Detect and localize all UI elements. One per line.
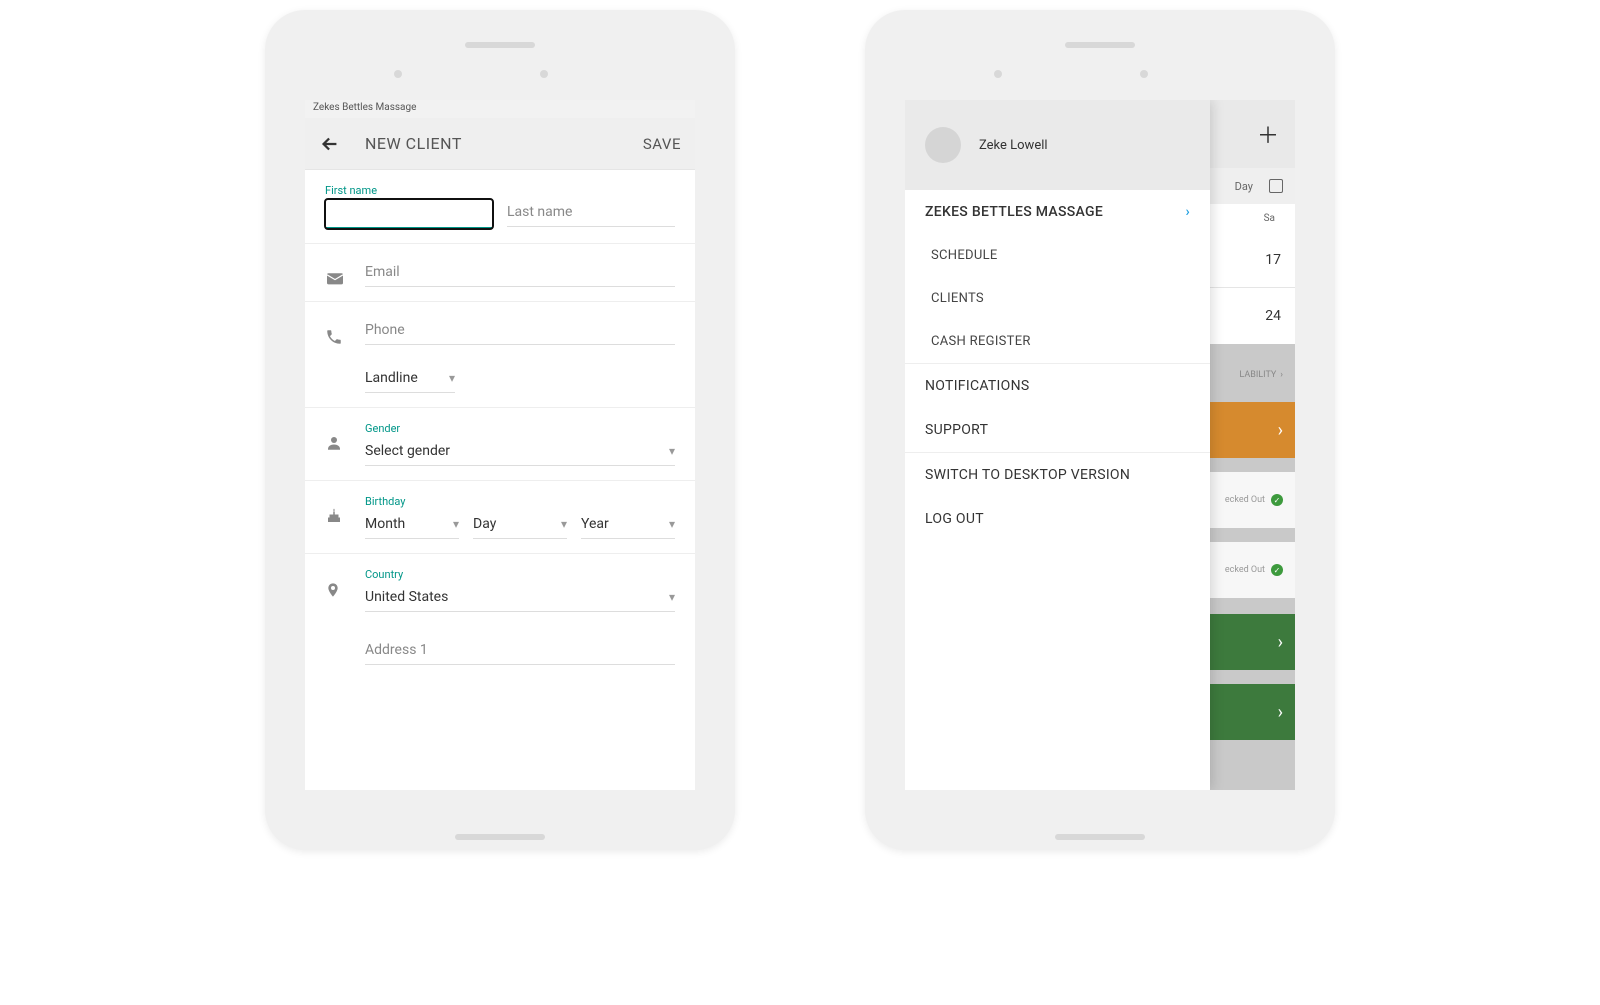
menu-desktop-version[interactable]: SWITCH TO DESKTOP VERSION bbox=[905, 453, 1210, 497]
avatar bbox=[925, 127, 961, 163]
gender-section: Gender Select gender ▾ bbox=[305, 408, 695, 481]
phone-homebar bbox=[455, 834, 545, 840]
last-name-input[interactable] bbox=[507, 198, 675, 227]
phone-mock-right: ＋ Day Sa 17 24 LABILITY› › ecked Out✓ ec… bbox=[865, 10, 1335, 850]
business-label: ZEKES BETTLES MASSAGE bbox=[925, 204, 1103, 220]
drawer-header[interactable]: Zeke Lowell bbox=[905, 100, 1210, 190]
chevron-down-icon: ▾ bbox=[669, 517, 675, 531]
birthday-section: Birthday Month▾ Day▾ Year▾ bbox=[305, 481, 695, 554]
gender-select[interactable]: Select gender ▾ bbox=[365, 437, 675, 466]
year-select[interactable]: Year▾ bbox=[581, 510, 675, 539]
phone-sensor bbox=[394, 70, 402, 78]
phone-icon bbox=[325, 316, 365, 346]
name-section: First name bbox=[305, 170, 695, 244]
phone-section: Landline ▾ bbox=[305, 302, 695, 408]
menu-schedule[interactable]: SCHEDULE bbox=[905, 234, 1210, 277]
location-icon bbox=[325, 568, 365, 612]
calendar-icon[interactable] bbox=[1269, 179, 1283, 193]
screen-menu: ＋ Day Sa 17 24 LABILITY› › ecked Out✓ ec… bbox=[905, 100, 1295, 790]
page-title: NEW CLIENT bbox=[341, 134, 643, 153]
chevron-down-icon: ▾ bbox=[561, 517, 567, 531]
check-icon: ✓ bbox=[1271, 494, 1283, 506]
chevron-down-icon: ▾ bbox=[449, 371, 455, 385]
phone-speaker bbox=[1065, 42, 1135, 48]
day-select[interactable]: Day▾ bbox=[473, 510, 567, 539]
menu-notifications[interactable]: NOTIFICATIONS bbox=[905, 364, 1210, 408]
chevron-right-icon: › bbox=[1278, 702, 1283, 723]
status-bar: Zekes Bettles Massage bbox=[305, 100, 695, 118]
phone-speaker bbox=[465, 42, 535, 48]
gender-label: Gender bbox=[365, 422, 675, 435]
chevron-right-icon: › bbox=[1278, 632, 1283, 653]
email-icon bbox=[325, 258, 365, 286]
chevron-down-icon: ▾ bbox=[669, 590, 675, 604]
user-name: Zeke Lowell bbox=[979, 138, 1048, 153]
first-name-input[interactable] bbox=[325, 199, 493, 229]
phone-sensor bbox=[994, 70, 1002, 78]
check-icon: ✓ bbox=[1271, 564, 1283, 576]
nav-drawer: Zeke Lowell ZEKES BETTLES MASSAGE › SCHE… bbox=[905, 100, 1210, 790]
phone-sensor bbox=[540, 70, 548, 78]
chevron-down-icon: ▾ bbox=[669, 444, 675, 458]
phone-sensor bbox=[1140, 70, 1148, 78]
phone-type-value: Landline bbox=[365, 370, 418, 386]
email-section bbox=[305, 244, 695, 302]
country-label: Country bbox=[365, 568, 675, 581]
first-name-label: First name bbox=[325, 184, 493, 197]
screen-new-client: Zekes Bettles Massage NEW CLIENT SAVE Fi… bbox=[305, 100, 695, 790]
phone-type-select[interactable]: Landline ▾ bbox=[365, 364, 455, 393]
menu-cash-register[interactable]: CASH REGISTER bbox=[905, 320, 1210, 363]
gender-value: Select gender bbox=[365, 443, 450, 459]
menu-logout[interactable]: LOG OUT bbox=[905, 497, 1210, 541]
address-input[interactable] bbox=[365, 636, 675, 665]
tab-day-label: Day bbox=[1235, 180, 1253, 193]
birthday-label: Birthday bbox=[365, 495, 675, 508]
chevron-right-icon: › bbox=[1185, 204, 1190, 220]
menu-clients[interactable]: CLIENTS bbox=[905, 277, 1210, 320]
phone-homebar bbox=[1055, 834, 1145, 840]
plus-icon[interactable]: ＋ bbox=[1257, 118, 1279, 150]
back-arrow-icon[interactable] bbox=[319, 133, 341, 155]
chevron-down-icon: ▾ bbox=[453, 517, 459, 531]
phone-mock-left: Zekes Bettles Massage NEW CLIENT SAVE Fi… bbox=[265, 10, 735, 850]
country-value: United States bbox=[365, 589, 448, 605]
chevron-right-icon: › bbox=[1280, 370, 1283, 380]
save-button[interactable]: SAVE bbox=[643, 135, 681, 153]
country-section: Country United States ▾ bbox=[305, 554, 695, 679]
country-select[interactable]: United States ▾ bbox=[365, 583, 675, 612]
header: NEW CLIENT SAVE bbox=[305, 118, 695, 170]
phone-input[interactable] bbox=[365, 316, 675, 345]
cake-icon bbox=[325, 495, 365, 525]
chevron-right-icon: › bbox=[1278, 420, 1283, 441]
business-item[interactable]: ZEKES BETTLES MASSAGE › bbox=[905, 190, 1210, 234]
menu-support[interactable]: SUPPORT bbox=[905, 408, 1210, 452]
email-input[interactable] bbox=[365, 258, 675, 287]
month-select[interactable]: Month▾ bbox=[365, 510, 459, 539]
person-icon bbox=[325, 422, 365, 452]
